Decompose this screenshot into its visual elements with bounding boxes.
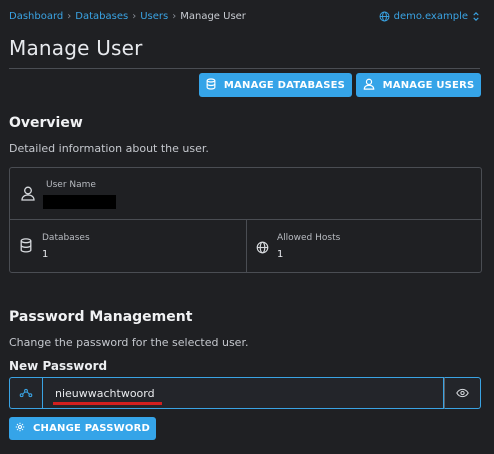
breadcrumb-databases[interactable]: Databases	[75, 11, 128, 22]
databases-value: 1	[42, 249, 49, 260]
manage-users-label: MANAGE USERS	[382, 79, 475, 91]
breadcrumb-current: Manage User	[180, 10, 246, 22]
database-icon	[20, 238, 32, 257]
user-icon	[21, 186, 35, 205]
globe-icon	[256, 239, 269, 258]
breadcrumb-dashboard[interactable]: Dashboard	[9, 11, 63, 22]
top-bar: Dashboard › Databases › Users › Manage U…	[9, 8, 480, 24]
database-icon	[206, 77, 216, 93]
stats-row: Databases 1 Allowed Hosts 1	[10, 220, 481, 273]
new-password-input[interactable]: nieuwwachtwoord	[42, 377, 444, 409]
databases-label: Databases	[42, 233, 90, 243]
user-icon	[363, 78, 375, 93]
password-management-heading: Password Management	[9, 309, 193, 325]
user-overview-card: User Name Databases 1 Allowed Hosts 1	[9, 167, 482, 273]
generate-password-icon[interactable]	[9, 377, 42, 409]
globe-icon	[379, 11, 390, 22]
manage-databases-button[interactable]: MANAGE DATABASES	[199, 73, 352, 97]
domain-label: demo.example	[393, 10, 468, 22]
new-password-label: New Password	[9, 359, 108, 373]
new-password-group: nieuwwachtwoord	[9, 377, 481, 409]
manage-databases-label: MANAGE DATABASES	[223, 79, 346, 91]
breadcrumb-separator: ›	[172, 10, 177, 22]
chevron-updown-icon	[472, 11, 480, 22]
show-password-eye-icon[interactable]	[444, 377, 481, 409]
user-name-label: User Name	[46, 180, 96, 190]
change-password-button[interactable]: CHANGE PASSWORD	[9, 417, 156, 440]
redaction-block	[43, 195, 116, 209]
allowed-hosts-label: Allowed Hosts	[277, 233, 341, 243]
new-password-value: nieuwwachtwoord	[55, 386, 155, 400]
stats-divider	[246, 220, 247, 273]
overview-heading: Overview	[9, 115, 83, 131]
gear-icon	[15, 422, 25, 435]
manage-users-button[interactable]: MANAGE USERS	[356, 73, 481, 97]
page-title: Manage User	[9, 36, 143, 60]
overview-description: Detailed information about the user.	[9, 142, 209, 155]
breadcrumb: Dashboard › Databases › Users › Manage U…	[9, 11, 246, 22]
breadcrumb-separator: ›	[67, 10, 72, 22]
password-management-description: Change the password for the selected use…	[9, 336, 249, 349]
breadcrumb-separator: ›	[132, 10, 137, 22]
annotation-underline	[53, 402, 162, 405]
domain-switcher[interactable]: demo.example	[379, 11, 480, 22]
user-name-row: User Name	[10, 168, 481, 220]
title-divider	[9, 68, 480, 69]
allowed-hosts-value: 1	[277, 249, 284, 260]
breadcrumb-users[interactable]: Users	[140, 11, 168, 22]
change-password-label: CHANGE PASSWORD	[33, 423, 150, 434]
